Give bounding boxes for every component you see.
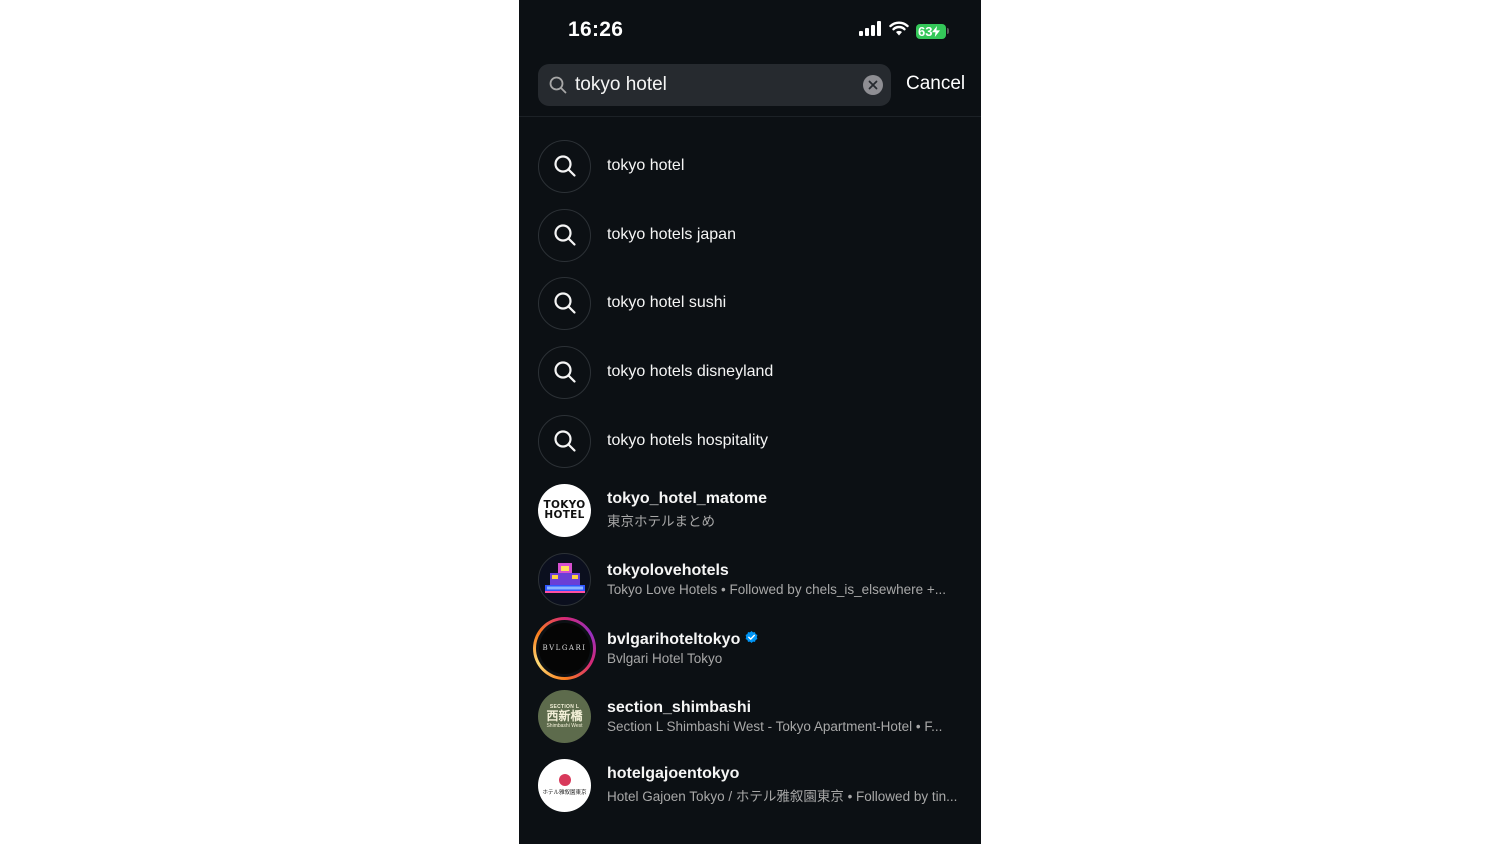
verified-badge-icon [745, 630, 758, 649]
search-bar[interactable] [538, 64, 891, 106]
suggestion-label: tokyo hotels hospitality [607, 432, 768, 449]
story-ring-gap: BVLGARI [536, 619, 593, 677]
avatar: ホテル雅叙園東京 [538, 758, 591, 812]
logo-text: ホテル雅叙園東京 [542, 790, 587, 796]
account-result[interactable]: tokyolovehotels Tokyo Love Hotels • Foll… [519, 545, 981, 613]
section-l-logo: SECTION L 西新橋 Shimbashi West [538, 689, 591, 743]
hotel-gajoen-logo: ホテル雅叙園東京 [538, 758, 591, 812]
account-subtitle: Section L Shimbashi West - Tokyo Apartme… [607, 718, 943, 734]
status-time: 16:26 [568, 18, 624, 41]
search-suggestion[interactable]: tokyo hotels japan [519, 201, 981, 269]
suggestion-label: tokyo hotels disneyland [607, 363, 774, 380]
phone-screen: 16:26 63 tokyo hotel Cancel tokyo hotel … [519, 0, 981, 844]
avatar: SECTION L 西新橋 Shimbashi West [538, 689, 591, 743]
search-suggestion[interactable]: tokyo hotels hospitality [519, 407, 981, 475]
account-result[interactable]: ホテル雅叙園東京 hotelgajoentokyo Hotel Gajoen T… [519, 751, 981, 819]
account-result[interactable]: BVLGARI bvlgarihoteltokyo Bvlgari Hotel [519, 614, 981, 682]
love-hotel-neon-logo [538, 552, 591, 606]
account-subtitle: Bvlgari Hotel Tokyo [607, 650, 723, 666]
search-icon [538, 208, 591, 262]
logo-text: Shimbashi West [546, 722, 583, 729]
logo-text: BVLGARI [542, 644, 587, 652]
logo-text: HOTEL [544, 509, 585, 521]
search-icon [538, 345, 591, 399]
battery-icon: 63 [916, 23, 946, 39]
account-result[interactable]: SECTION L 西新橋 Shimbashi West section_shi… [519, 682, 981, 750]
search-input[interactable] [575, 74, 863, 96]
account-subtitle: Tokyo Love Hotels • Followed by chels_is… [607, 581, 947, 597]
suggestion-icon-wrap [538, 139, 591, 193]
search-suggestion[interactable]: tokyo hotels disneyland [519, 338, 981, 406]
account-username: tokyo_hotel_matome [607, 490, 768, 507]
account-subtitle: Hotel Gajoen Tokyo / ホテル雅叙園東京 • Followed… [607, 789, 958, 804]
battery-level: 63 [918, 23, 933, 39]
suggestion-label: tokyo hotel sushi [607, 294, 727, 311]
clear-search-button[interactable] [863, 75, 883, 95]
suggestion-icon-wrap [538, 414, 591, 468]
tokyo-hotel-logo: TOKYO HOTEL [538, 483, 591, 537]
avatar [538, 552, 591, 606]
account-username: hotelgajoentokyo [607, 765, 740, 782]
account-subtitle: 東京ホテルまとめ [607, 514, 715, 529]
charging-bolt-icon [932, 25, 941, 37]
suggestion-label: tokyo hotels japan [607, 226, 736, 243]
suggestion-icon-wrap [538, 208, 591, 262]
header-divider [519, 116, 981, 117]
suggestion-icon-wrap [538, 276, 591, 330]
search-icon [538, 414, 591, 468]
wifi-icon [889, 21, 909, 41]
avatar: TOKYO HOTEL [538, 483, 591, 537]
avatar: BVLGARI [533, 616, 596, 680]
status-icons: 63 [859, 21, 949, 41]
search-icon [538, 139, 591, 193]
cellular-signal-icon [859, 21, 882, 41]
gajoen-emblem-icon [558, 774, 571, 786]
suggestion-label: tokyo hotel [607, 157, 685, 174]
search-icon [549, 76, 567, 94]
bvlgari-logo: BVLGARI [539, 622, 590, 674]
account-username: section_shimbashi [607, 698, 752, 716]
account-username: tokyolovehotels [607, 561, 729, 579]
battery-cap [947, 28, 949, 34]
cancel-button[interactable]: Cancel [906, 73, 965, 95]
suggestion-icon-wrap [538, 345, 591, 399]
close-icon [868, 80, 878, 90]
account-result[interactable]: TOKYO HOTEL tokyo_hotel_matome 東京ホテルまとめ [519, 476, 981, 544]
search-suggestion[interactable]: tokyo hotel [519, 132, 981, 200]
story-ring[interactable]: BVLGARI [533, 616, 596, 680]
search-icon [538, 276, 591, 330]
logo-text: 西新橋 [546, 708, 583, 723]
account-username: bvlgarihoteltokyo [607, 630, 741, 648]
search-suggestion[interactable]: tokyo hotel sushi [519, 269, 981, 337]
battery-indicator: 63 [916, 23, 949, 39]
